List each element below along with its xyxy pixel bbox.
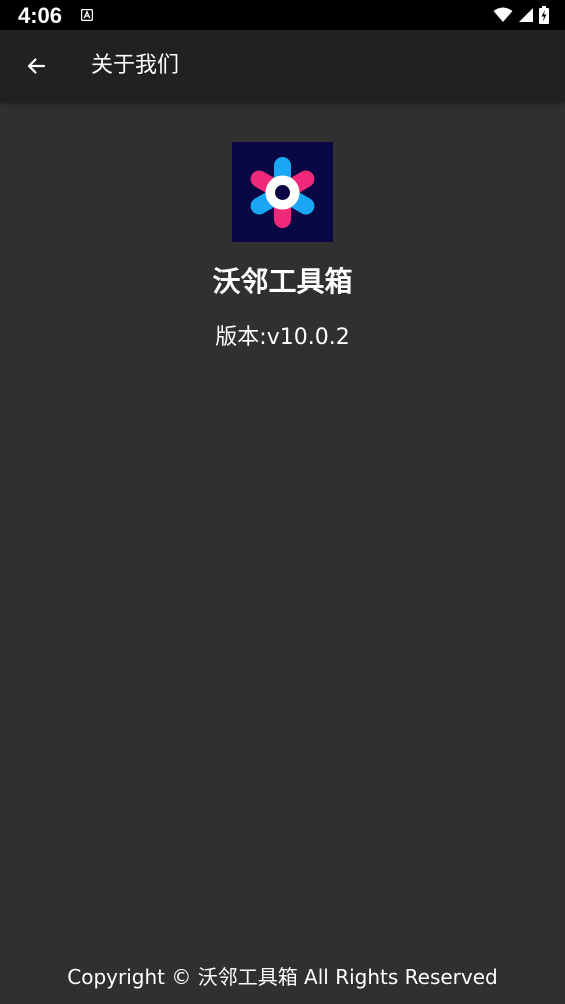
app-logo [232, 142, 333, 242]
battery-charging-icon [539, 6, 549, 24]
app-logo-icon [232, 142, 333, 242]
arrow-left-icon [27, 58, 46, 74]
page-title: 关于我们 [91, 53, 180, 78]
app-version: 版本:v10.0.2 [215, 325, 350, 350]
status-icons [493, 6, 549, 24]
app-bar: 关于我们 [0, 30, 565, 102]
wifi-icon [493, 7, 513, 22]
status-time: 4:06 [18, 3, 63, 28]
notification-a-icon [81, 9, 93, 21]
app-name: 沃邻工具箱 [212, 265, 353, 298]
copyright-text: Copyright © 沃邻工具箱 All Rights Reserved [67, 965, 498, 989]
signal-icon [519, 8, 533, 22]
back-button[interactable] [14, 44, 58, 88]
status-bar: 4:06 [0, 0, 565, 30]
